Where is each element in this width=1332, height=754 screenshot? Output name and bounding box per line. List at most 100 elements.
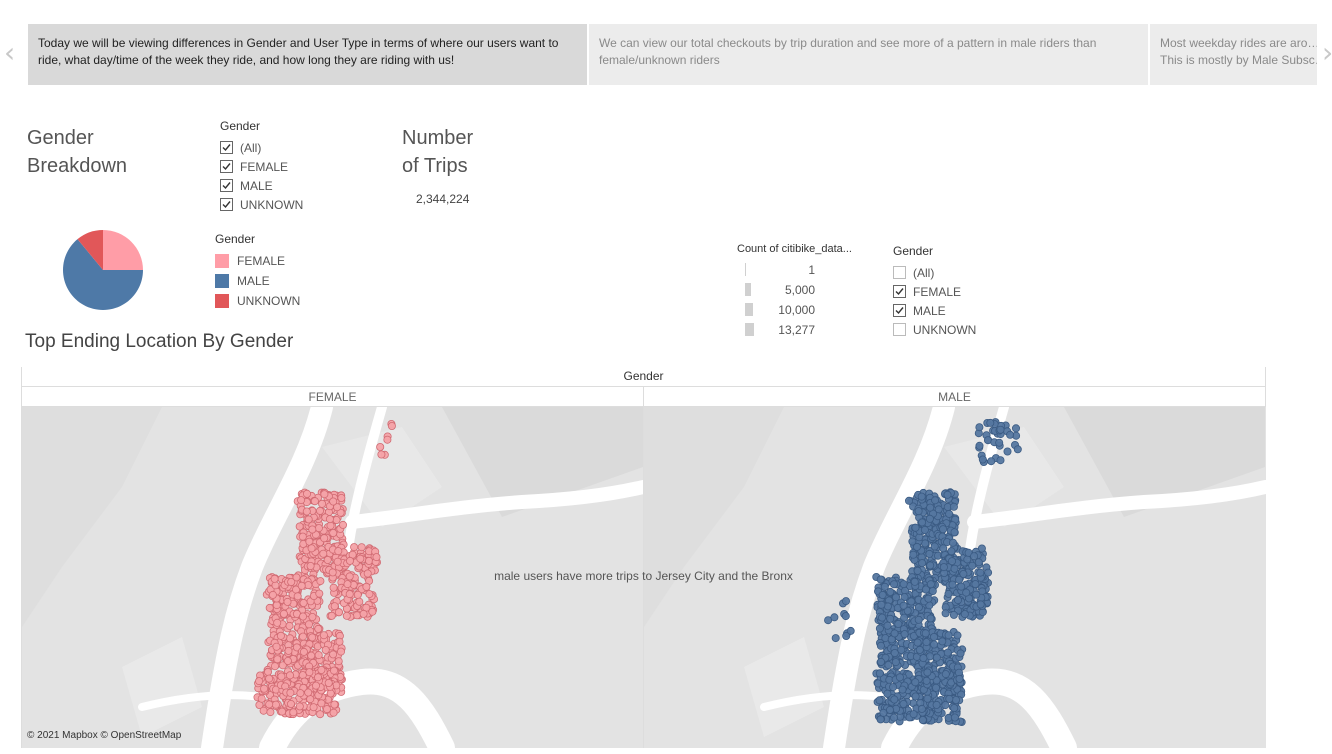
checkbox-checked-icon[interactable]: [220, 179, 233, 192]
station-point[interactable]: [296, 689, 305, 698]
story-point-1[interactable]: Today we will be viewing differences in …: [28, 24, 587, 85]
station-point[interactable]: [263, 667, 272, 676]
station-point[interactable]: [830, 613, 839, 622]
station-point[interactable]: [879, 708, 888, 717]
station-point[interactable]: [914, 507, 923, 516]
station-point[interactable]: [295, 702, 304, 711]
station-point[interactable]: [322, 705, 331, 714]
story-point-2[interactable]: We can view our total checkouts by trip …: [589, 24, 1148, 85]
station-point[interactable]: [272, 642, 281, 651]
station-point[interactable]: [897, 645, 906, 654]
station-point[interactable]: [314, 624, 323, 633]
station-point[interactable]: [260, 684, 269, 693]
station-point[interactable]: [298, 671, 307, 680]
station-point[interactable]: [257, 694, 266, 703]
station-point[interactable]: [842, 631, 851, 640]
station-point[interactable]: [911, 523, 920, 532]
station-point[interactable]: [319, 631, 328, 640]
station-point[interactable]: [898, 685, 907, 694]
map-gender-filter-option[interactable]: (All): [893, 263, 934, 282]
station-point[interactable]: [293, 592, 302, 601]
station-point[interactable]: [962, 588, 971, 597]
station-point[interactable]: [383, 435, 392, 444]
station-point[interactable]: [335, 637, 344, 646]
station-point[interactable]: [923, 694, 932, 703]
station-point[interactable]: [316, 710, 325, 719]
station-point[interactable]: [970, 552, 979, 561]
station-point[interactable]: [265, 700, 274, 709]
station-point[interactable]: [314, 524, 323, 533]
station-point[interactable]: [1003, 447, 1012, 456]
station-point[interactable]: [941, 701, 950, 710]
gender-filter-option[interactable]: (All): [220, 138, 261, 157]
station-point[interactable]: [909, 710, 918, 719]
station-point[interactable]: [950, 528, 959, 537]
map-gender-filter-option[interactable]: FEMALE: [893, 282, 961, 301]
checkbox-checked-icon[interactable]: [220, 141, 233, 154]
station-point[interactable]: [317, 665, 326, 674]
station-point[interactable]: [955, 674, 964, 683]
station-point[interactable]: [939, 525, 948, 534]
station-point[interactable]: [329, 497, 338, 506]
station-point[interactable]: [315, 506, 324, 515]
station-point[interactable]: [923, 668, 932, 677]
station-point[interactable]: [960, 610, 969, 619]
station-point[interactable]: [350, 543, 359, 552]
station-point[interactable]: [372, 553, 381, 562]
station-point[interactable]: [917, 704, 926, 713]
station-point[interactable]: [930, 542, 939, 551]
station-point[interactable]: [920, 526, 929, 535]
checkbox-unchecked-icon[interactable]: [893, 323, 906, 336]
station-point[interactable]: [330, 602, 339, 611]
station-point[interactable]: [925, 549, 934, 558]
station-point[interactable]: [308, 525, 317, 534]
station-point[interactable]: [885, 705, 894, 714]
station-point[interactable]: [890, 695, 899, 704]
station-point[interactable]: [900, 630, 909, 639]
station-point[interactable]: [931, 683, 940, 692]
station-point[interactable]: [317, 699, 326, 708]
station-point[interactable]: [944, 631, 953, 640]
station-point[interactable]: [299, 647, 308, 656]
station-point[interactable]: [376, 443, 385, 452]
station-point[interactable]: [345, 590, 354, 599]
station-point[interactable]: [918, 518, 927, 527]
station-point[interactable]: [299, 598, 308, 607]
station-point[interactable]: [921, 629, 930, 638]
station-point[interactable]: [315, 589, 324, 598]
station-point[interactable]: [914, 615, 923, 624]
station-point[interactable]: [314, 651, 323, 660]
gender-pie-chart[interactable]: [60, 227, 146, 313]
station-point[interactable]: [876, 657, 885, 666]
station-point[interactable]: [1006, 430, 1015, 439]
checkbox-checked-icon[interactable]: [220, 198, 233, 211]
story-prev-arrow[interactable]: ‹: [4, 38, 15, 68]
station-point[interactable]: [332, 516, 341, 525]
station-point[interactable]: [951, 695, 960, 704]
station-point[interactable]: [319, 549, 328, 558]
station-point[interactable]: [307, 544, 316, 553]
station-point[interactable]: [926, 614, 935, 623]
station-point[interactable]: [302, 507, 311, 516]
station-point[interactable]: [907, 597, 916, 606]
station-point[interactable]: [886, 614, 895, 623]
legend-item[interactable]: FEMALE: [215, 251, 285, 271]
pie-slice-female[interactable]: [103, 230, 143, 270]
station-point[interactable]: [941, 609, 950, 618]
station-point[interactable]: [986, 418, 995, 427]
station-point[interactable]: [963, 555, 972, 564]
station-point[interactable]: [891, 593, 900, 602]
station-point[interactable]: [279, 609, 288, 618]
station-point[interactable]: [304, 515, 313, 524]
station-point[interactable]: [323, 555, 332, 564]
station-point[interactable]: [972, 590, 981, 599]
gender-filter-option[interactable]: FEMALE: [220, 157, 288, 176]
station-point[interactable]: [362, 582, 371, 591]
story-point-3[interactable]: Most weekday rides are aro… This is most…: [1150, 24, 1317, 85]
station-point[interactable]: [334, 547, 343, 556]
station-point[interactable]: [310, 497, 319, 506]
station-point[interactable]: [917, 492, 926, 501]
station-point[interactable]: [268, 590, 277, 599]
station-point[interactable]: [915, 645, 924, 654]
station-point[interactable]: [950, 704, 959, 713]
